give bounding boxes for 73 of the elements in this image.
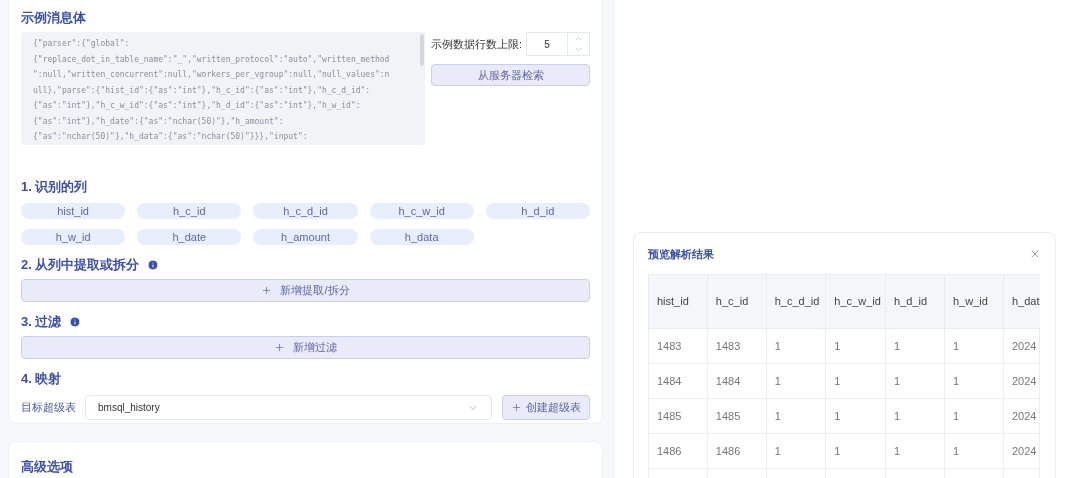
section-heading: 2. 从列中提取或拆分 [21,256,140,275]
table-cell: 1485 [648,398,708,434]
table-cell: 1 [885,398,945,434]
plus-icon [261,285,273,296]
column-chip: h_w_id [21,229,126,245]
table-cell: 1485 [707,398,767,434]
table-cell: 1 [944,433,1004,469]
table-cell: 1484 [648,363,708,399]
table-cell: 1 [825,398,886,434]
table-cell: 1 [944,398,1004,434]
card-title: 示例消息体 [21,9,87,26]
table-header-cell: h_c_d_id [766,274,826,329]
section-heading: 1. 识别的列 [21,178,88,197]
decrement-icon[interactable] [574,45,583,54]
plus-icon [511,402,522,413]
column-chip: h_c_d_id [253,203,358,219]
table-header-cell: h_c_w_id [825,274,886,329]
table-cell: 2024 [1003,398,1040,434]
code-line: {"as":"int"},"h_c_w_id":{"as":"int"},"h_d_id":{"as":"int"},"h_w_id": [33,100,362,112]
table-cell: 1 [944,363,1004,399]
number-input[interactable]: 5 [526,32,590,56]
section-heading: 4. 映射 [21,370,62,389]
table-cell: 1484 [707,363,767,399]
table-cell: 1 [766,433,826,469]
column-chip: h_c_id [137,203,242,219]
table-cell: 1 [766,328,826,364]
add-button[interactable]: 新增提取/拆分 [21,279,590,302]
fetch-button[interactable]: 从服务器检索 [431,64,590,86]
table-cell: 1 [885,433,945,469]
table-cell: 1 [766,398,826,434]
table-cell: 1 [825,328,886,364]
table-cell: 1 [885,328,945,364]
add-button[interactable]: 新增过滤 [21,336,590,359]
column-chip: h_c_w_id [369,203,474,219]
code-line: {"replace_dot_in_table_name":"_","written_protocol":"auto","written_method [33,53,391,66]
table-cell: 2024 [1003,328,1040,364]
preview-title: 预览解析结果 [648,246,714,262]
table-cell: 2024 [1003,363,1040,399]
column-chip: h_d_id [485,203,590,219]
create-button[interactable]: 创建超级表 [502,395,590,420]
field-label: 目标超级表 [21,400,75,416]
section-heading: 3. 过滤 [21,313,62,332]
table-cell: 1 [825,363,886,399]
close-icon[interactable] [1029,248,1041,260]
table-cell: 1 [766,363,826,399]
table-header-cell: h_c_id [707,274,767,329]
field-label: 示例数据行数上限: [431,36,523,52]
table-header-cell: h_w_id [944,274,1004,329]
table-cell: 1483 [648,328,708,364]
card-title: 高级选项 [21,459,73,474]
increment-icon[interactable] [574,34,583,43]
table-header-cell: h_dat [1003,274,1040,329]
table-header-cell: hist_id [648,274,708,329]
column-chip: h_amount [253,229,358,245]
select-field[interactable]: bmsql_history [85,395,492,420]
table-cell: 1483 [707,328,767,364]
code-line: {"as":"nchar(50)"},"h_data":{"as":"nchar(50)"}}},"input": [33,131,309,143]
table-cell: 1 [825,433,886,469]
column-chip: hist_id [21,203,126,219]
table-cell: 1 [885,363,945,399]
code-line: ull},"parse":{"hist_id":{"as":"int"},"h_c_id":{"as":"int"},"h_c_d_id": [33,84,372,97]
column-chip: h_data [369,229,474,245]
column-chip: h_date [137,229,242,245]
code-line: {"parser":{"global": [33,38,131,50]
table-header-cell: h_d_id [885,274,945,329]
code-line: ":null,"written_concurrent":null,"workers_per_vgroup":null,"null_values":n [33,69,391,81]
table-cell: 2024 [1003,433,1040,469]
message-textarea[interactable] [21,32,425,145]
code-line: {"as":"int"},"h_date":{"as":"nchar(50)"},"h_amount": [33,115,285,128]
table-cell: 1 [944,328,1004,364]
table-cell: 1486 [707,433,767,469]
plus-icon [274,342,285,353]
table-cell: 1486 [648,433,708,469]
